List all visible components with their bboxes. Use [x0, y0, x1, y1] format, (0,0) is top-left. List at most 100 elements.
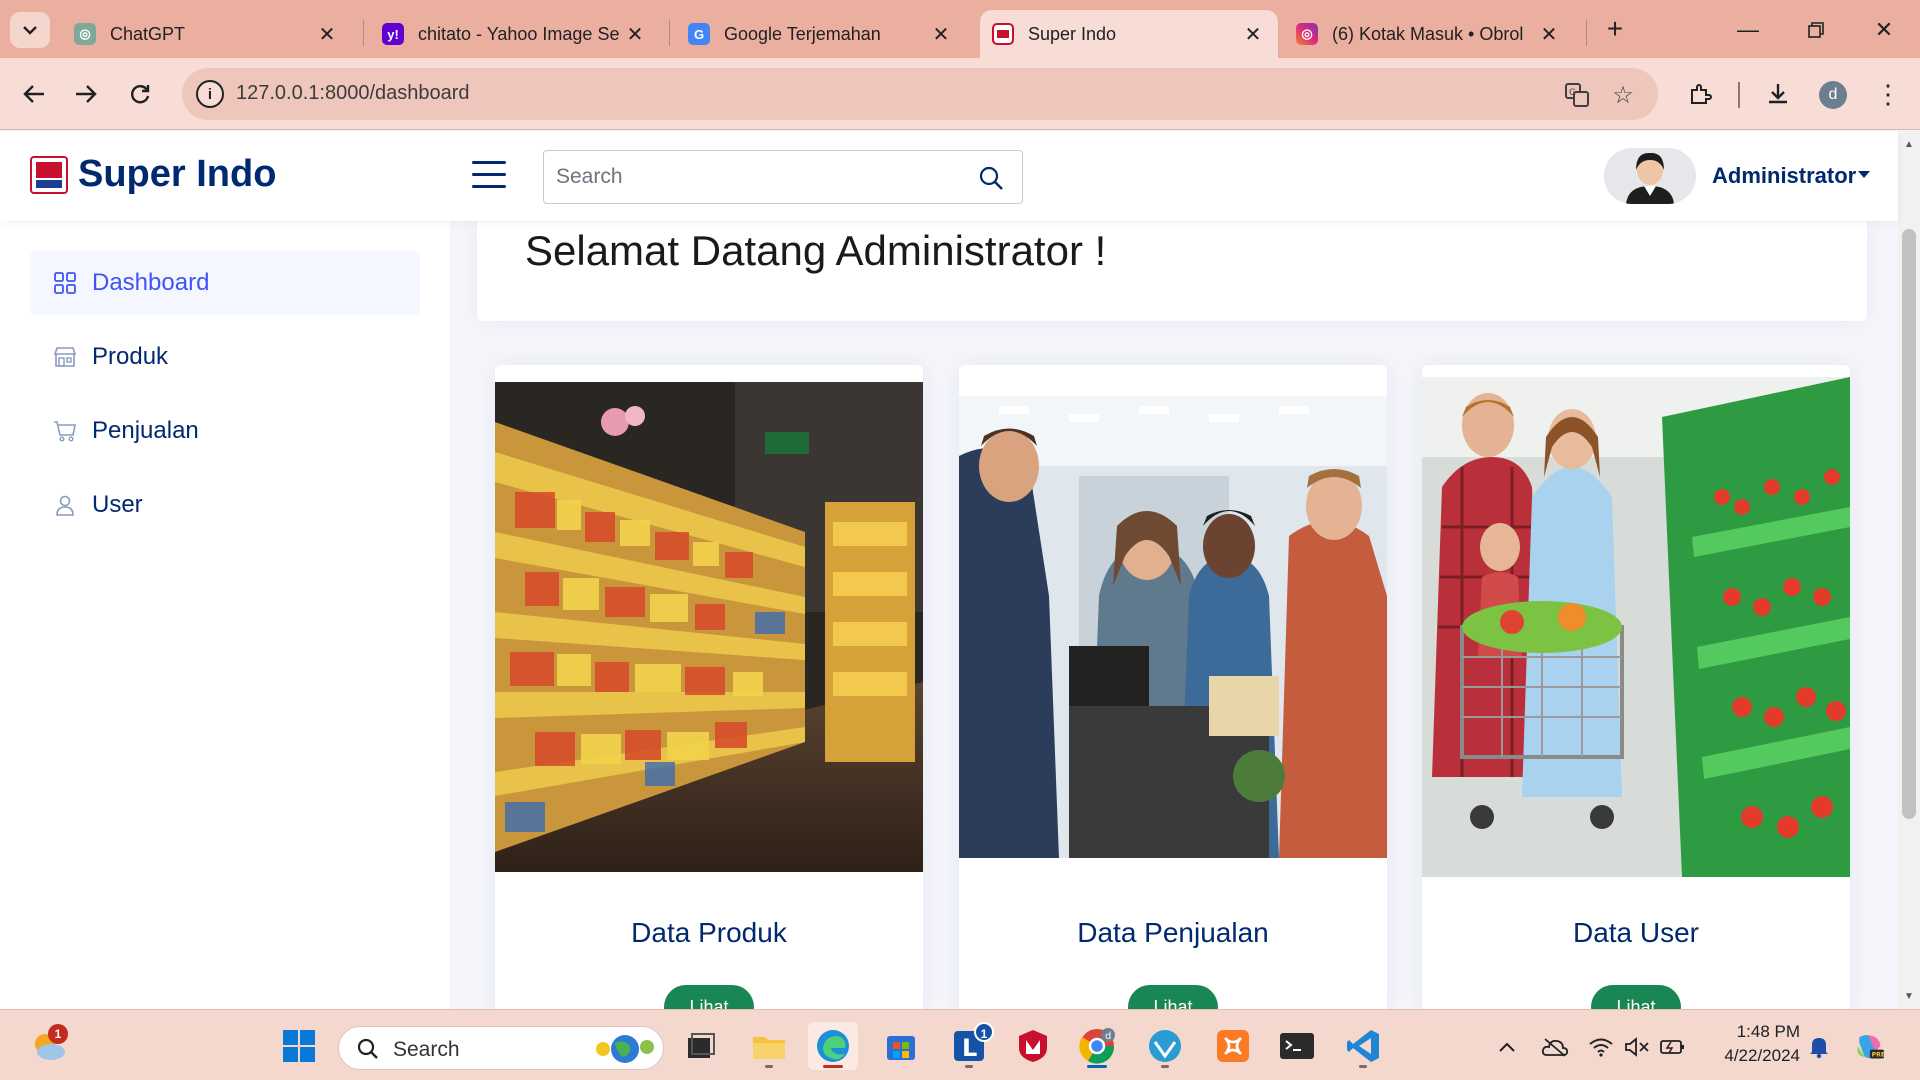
scroll-thumb[interactable]	[1902, 229, 1916, 819]
restore-icon	[1808, 22, 1824, 38]
terminal-icon	[1280, 1033, 1314, 1059]
toolbar-divider	[1738, 82, 1740, 108]
windows-logo-icon	[283, 1030, 315, 1062]
edge-icon	[817, 1030, 849, 1062]
windows-taskbar: 1 Search L 1 d 1:48 PM 4/22/2024 PRE	[0, 1009, 1920, 1080]
minimize-button[interactable]: —	[1718, 10, 1778, 50]
tab-google-translate[interactable]: G Google Terjemahan ✕	[676, 10, 966, 58]
site-info-icon[interactable]: i	[196, 80, 224, 108]
close-icon[interactable]: ✕	[316, 22, 338, 47]
instagram-icon: ◎	[1296, 23, 1318, 45]
welcome-card: Selamat Datang Administrator !	[477, 221, 1867, 321]
close-icon[interactable]: ✕	[1538, 22, 1560, 47]
menu-kebab-icon[interactable]: ⋮	[1870, 76, 1906, 112]
taskbar-app-terminal-window[interactable]	[676, 1022, 726, 1070]
svg-text:L: L	[962, 1034, 977, 1062]
taskbar-app-mcafee[interactable]	[1008, 1022, 1058, 1070]
download-icon[interactable]	[1760, 76, 1796, 112]
volume-muted-icon[interactable]	[1622, 1032, 1652, 1062]
tab-chatgpt[interactable]: ◎ ChatGPT ✕	[62, 10, 352, 58]
avatar[interactable]	[1604, 148, 1696, 204]
yahoo-icon: y!	[382, 23, 404, 45]
shop-icon	[52, 344, 78, 370]
folder-icon	[753, 1037, 785, 1059]
tab-search-button[interactable]	[10, 12, 50, 48]
card-data-penjualan: Data Penjualan Lihat	[959, 365, 1387, 1015]
sidebar-item-produk[interactable]: Produk	[30, 325, 420, 389]
copilot-icon[interactable]: PRE	[1854, 1032, 1884, 1062]
url-text[interactable]: 127.0.0.1:8000/dashboard	[236, 82, 470, 105]
super-indo-icon	[992, 23, 1014, 45]
caret-down-icon[interactable]	[1858, 171, 1870, 178]
forward-button[interactable]	[66, 74, 106, 114]
taskbar-app-l-app[interactable]: L 1	[944, 1022, 994, 1070]
taskbar-app-xampp[interactable]	[1208, 1022, 1258, 1070]
taskbar-app-store[interactable]	[876, 1022, 926, 1070]
clock-time: 1:48 PM	[1736, 1022, 1800, 1041]
user-dropdown[interactable]: Administrator	[1712, 163, 1856, 189]
back-button[interactable]	[14, 74, 54, 114]
vscode-icon	[1347, 1030, 1379, 1062]
svg-text:d: d	[1105, 1031, 1111, 1042]
bookmark-star-icon[interactable]: ☆	[1608, 80, 1638, 110]
taskbar-app-file-explorer[interactable]	[744, 1022, 794, 1070]
arrow-right-icon	[76, 85, 97, 103]
notification-bell-icon[interactable]	[1804, 1032, 1834, 1062]
svg-text:PRE: PRE	[1872, 1052, 1884, 1059]
search-icon[interactable]	[978, 165, 1004, 191]
taskbar-app-vpn[interactable]	[1140, 1022, 1190, 1070]
google-translate-icon: G	[688, 23, 710, 45]
cart-icon	[52, 418, 78, 444]
translate-icon[interactable]: G	[1562, 80, 1592, 110]
wifi-icon[interactable]	[1586, 1032, 1616, 1062]
weather-widget[interactable]: 1	[24, 1022, 74, 1070]
onedrive-cloud-icon[interactable]	[1540, 1032, 1570, 1062]
tab-super-indo[interactable]: Super Indo ✕	[980, 10, 1278, 58]
tab-separator	[669, 20, 670, 46]
new-tab-button[interactable]: +	[1598, 12, 1632, 46]
super-indo-logo[interactable]	[30, 156, 68, 194]
extensions-icon[interactable]	[1682, 76, 1718, 112]
address-bar[interactable]: i 127.0.0.1:8000/dashboard G ☆	[182, 68, 1658, 120]
search-input[interactable]	[556, 161, 956, 193]
restore-button[interactable]	[1786, 10, 1846, 50]
tab-title: (6) Kotak Masuk • Obrol	[1332, 23, 1524, 44]
close-icon[interactable]: ✕	[1242, 22, 1264, 47]
page-scrollbar[interactable]: ▲ ▼	[1898, 131, 1920, 1009]
clock[interactable]: 1:48 PM 4/22/2024	[1700, 1020, 1800, 1068]
start-button[interactable]	[274, 1022, 324, 1070]
tab-yahoo[interactable]: y! chitato - Yahoo Image Se ✕	[370, 10, 660, 58]
toggle-sidebar-button[interactable]	[472, 161, 506, 191]
sidebar-item-penjualan[interactable]: Penjualan	[30, 399, 420, 463]
card-data-produk: Data Produk Lihat	[495, 365, 923, 1015]
taskbar-app-edge[interactable]	[808, 1022, 858, 1070]
card-title: Data User	[1572, 917, 1700, 948]
close-icon[interactable]: ✕	[930, 22, 952, 47]
close-icon[interactable]: ✕	[624, 22, 646, 47]
show-hidden-icons-chevron-icon[interactable]	[1492, 1032, 1522, 1062]
scroll-down-icon[interactable]: ▼	[1898, 987, 1920, 1007]
family-shopping-image	[1422, 377, 1850, 877]
tab-title: Google Terjemahan	[724, 23, 881, 44]
taskbar-app-terminal[interactable]	[1272, 1022, 1322, 1070]
scroll-up-icon[interactable]: ▲	[1898, 135, 1920, 155]
app-name[interactable]: Super Indo	[78, 153, 276, 196]
task-view-icon	[688, 1033, 715, 1058]
tab-instagram[interactable]: ◎ (6) Kotak Masuk • Obrol ✕	[1284, 10, 1574, 58]
reload-button[interactable]	[120, 74, 160, 114]
clock-date: 4/22/2024	[1724, 1046, 1800, 1065]
battery-icon[interactable]	[1658, 1032, 1688, 1062]
profile-avatar[interactable]: d	[1819, 81, 1847, 109]
close-window-button[interactable]: ✕	[1854, 10, 1914, 50]
sidebar-item-dashboard[interactable]: Dashboard	[30, 251, 420, 315]
tab-separator	[363, 20, 364, 46]
taskbar-app-vscode[interactable]	[1338, 1022, 1388, 1070]
earth-day-icon	[596, 1035, 654, 1063]
app-header: Super Indo Administrator	[0, 131, 1898, 221]
taskbar-search[interactable]: Search	[338, 1026, 664, 1070]
taskbar-app-chrome[interactable]: d	[1072, 1022, 1122, 1070]
sidebar-item-label: Dashboard	[92, 269, 210, 296]
sidebar: Dashboard Produk Penjualan User	[0, 221, 450, 1009]
sidebar-item-user[interactable]: User	[30, 473, 420, 537]
reload-icon	[131, 85, 150, 104]
